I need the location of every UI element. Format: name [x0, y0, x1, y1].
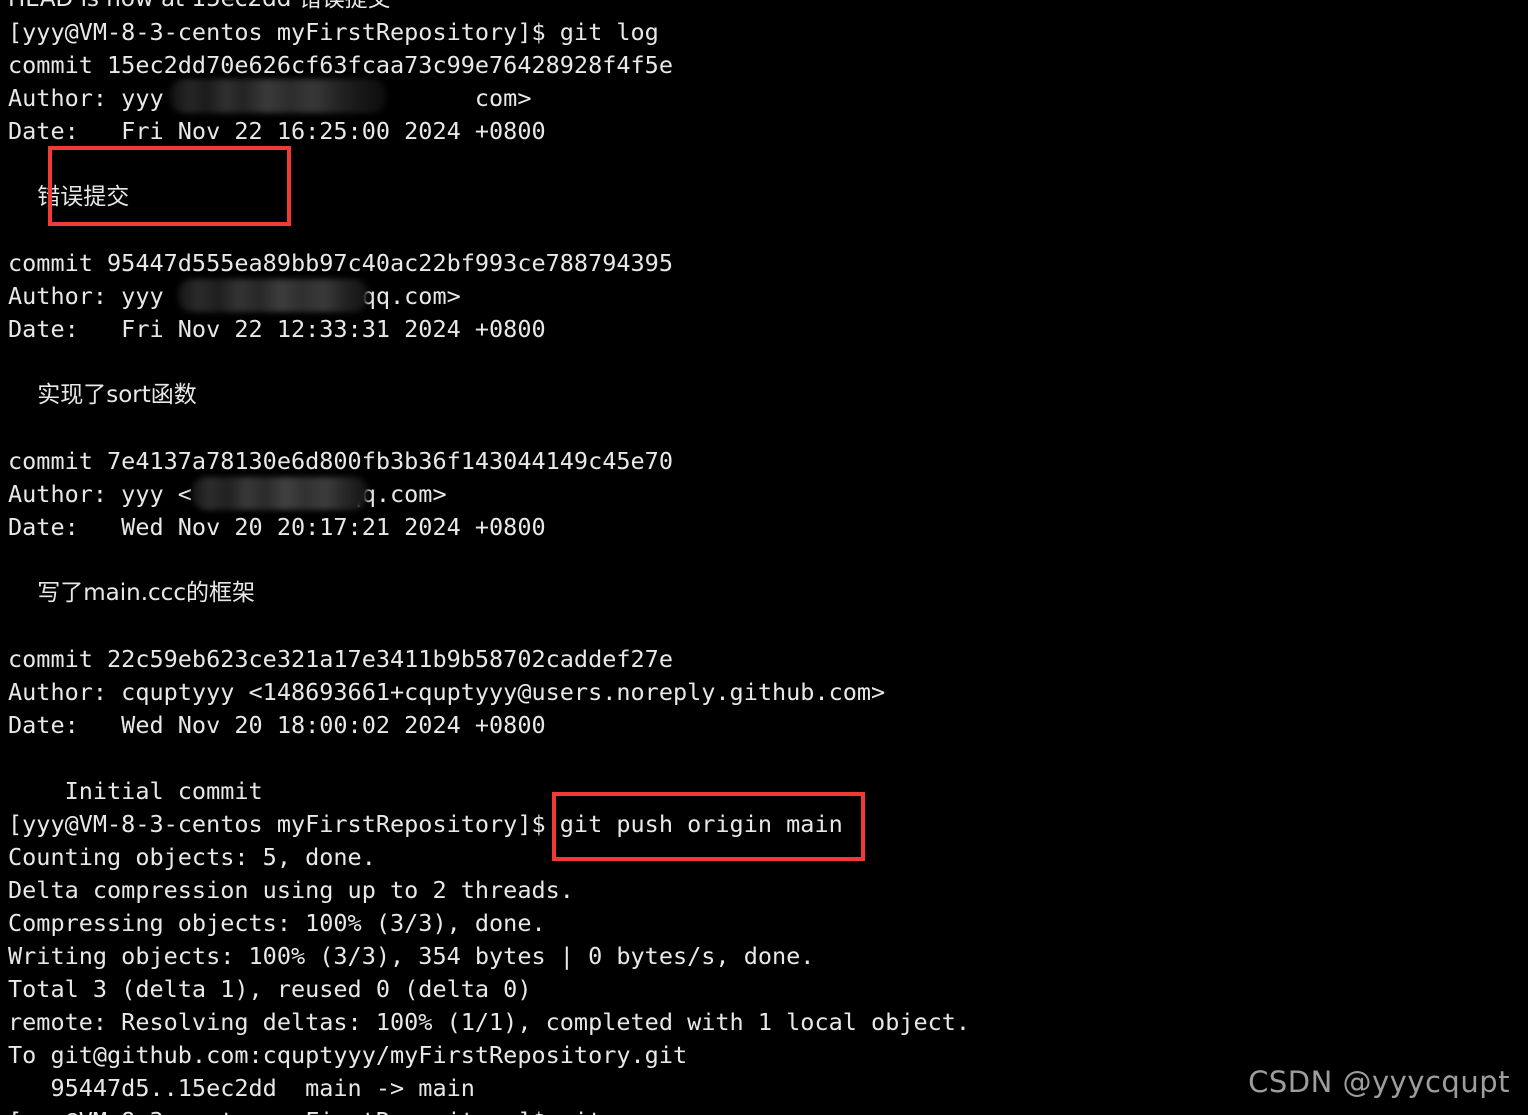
terminal-line-push-writing: Writing objects: 100% (3/3), 354 bytes |… — [8, 942, 815, 970]
terminal-line-commit-2-message: 实现了sort函数 — [8, 382, 197, 408]
terminal-line-commit-1-author: Author: yyy com> — [8, 84, 532, 112]
terminal-line-commit-4-date: Date: Wed Nov 20 18:00:02 2024 +0800 — [8, 711, 546, 739]
terminal-line-blank-7 — [8, 742, 970, 775]
terminal-line-prompt-next: [yyy@VM-8-3-centos myFirstRepository]$ g… — [8, 1105, 970, 1115]
terminal-line-commit-2-date: Date: Fri Nov 22 12:33:31 2024 +0800 — [8, 315, 546, 343]
csdn-watermark: CSDN @yyycqupt — [1248, 1065, 1510, 1099]
terminal-line-commit-1-date: Date: Fri Nov 22 16:25:00 2024 +0800 — [8, 117, 546, 145]
terminal-line-push-to-remote: To git@github.com:cquptyyy/myFirstReposi… — [8, 1041, 688, 1069]
terminal-line-commit-4-author: Author: cquptyyy <148693661+cquptyyy@use… — [8, 678, 886, 706]
terminal-line-commit-3-date: Date: Wed Nov 20 20:17:21 2024 +0800 — [8, 513, 546, 541]
terminal-line-commit-2-hash: commit 95447d555ea89bb97c40ac22bf993ce78… — [8, 249, 673, 277]
terminal-line-push-total: Total 3 (delta 1), reused 0 (delta 0) — [8, 975, 532, 1003]
terminal-line-blank-6 — [8, 610, 970, 643]
terminal-line-commit-4-hash: commit 22c59eb623ce321a17e3411b9b58702ca… — [8, 645, 673, 673]
terminal-line-head-reset-notice: HEAD is now at 15ec2dd 错误提交 — [8, 0, 970, 16]
terminal-output: HEAD is now at 15ec2dd 错误提交 [yyy@VM-8-3-c… — [8, 0, 970, 1115]
terminal-line-prompt-git-log: [yyy@VM-8-3-centos myFirstRepository]$ g… — [8, 18, 659, 46]
terminal-line-commit-1-hash: commit 15ec2dd70e626cf63fcaa73c99e764289… — [8, 51, 673, 79]
terminal-line-commit-4-message: Initial commit — [8, 777, 263, 805]
terminal-line-blank-3 — [8, 346, 970, 379]
terminal-line-push-delta: Delta compression using up to 2 threads. — [8, 876, 574, 904]
terminal-line-prompt-git-push: [yyy@VM-8-3-centos myFirstRepository]$ g… — [8, 810, 843, 838]
terminal-line-push-remote-resolving: remote: Resolving deltas: 100% (1/1), co… — [8, 1008, 971, 1036]
terminal-line-push-ref-update: 95447d5..15ec2dd main -> main — [8, 1074, 475, 1102]
terminal-line-commit-3-message: 写了main.ccc的框架 — [8, 580, 255, 606]
terminal-line-commit-2-author: Author: yyy qq.com> — [8, 282, 461, 310]
terminal-line-commit-1-message: 错误提交 — [8, 184, 130, 210]
terminal-line-blank-2 — [8, 214, 970, 247]
terminal-line-commit-3-hash: commit 7e4137a78130e6d800fb3b36f14304414… — [8, 447, 673, 475]
terminal-line-blank-5 — [8, 544, 970, 577]
terminal-line-blank-4 — [8, 412, 970, 445]
terminal-line-commit-3-author: Author: yyy < qq.com> — [8, 480, 447, 508]
terminal-line-blank-1 — [8, 148, 970, 181]
terminal-line-push-counting: Counting objects: 5, done. — [8, 843, 376, 871]
terminal-window[interactable]: HEAD is now at 15ec2dd 错误提交 [yyy@VM-8-3-c… — [0, 0, 1528, 1115]
terminal-line-push-compressing: Compressing objects: 100% (3/3), done. — [8, 909, 546, 937]
